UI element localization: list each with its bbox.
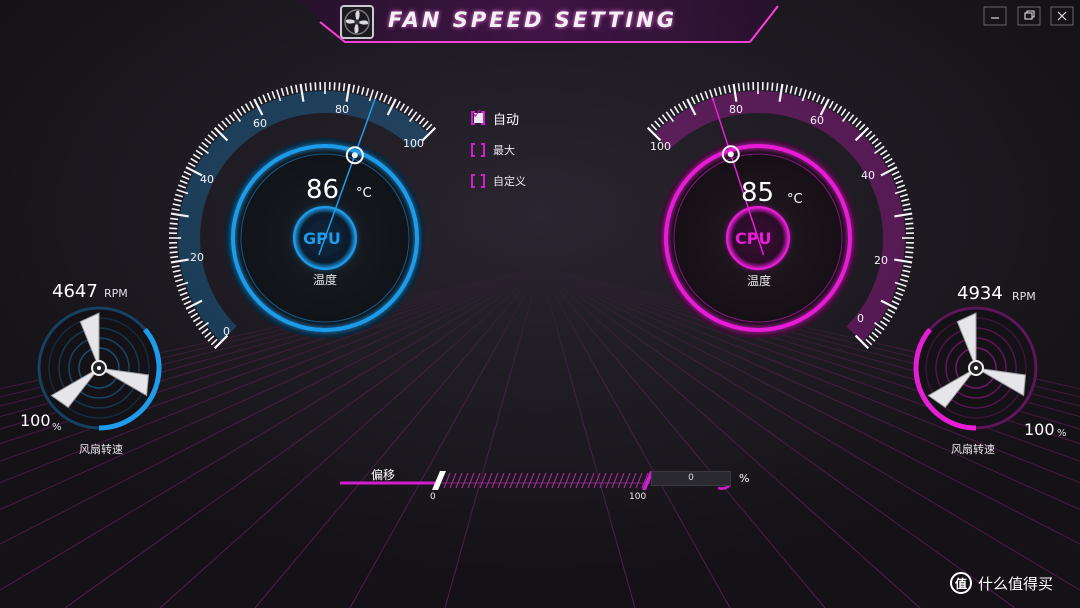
gpu-chip-label: GPU: [303, 229, 341, 248]
cpu-scale-label: 100: [650, 140, 671, 153]
gpu-scale-label: 20: [190, 251, 204, 264]
gpu-scale-label: 80: [335, 103, 349, 116]
offset-label: 偏移: [371, 468, 396, 482]
gpu-fan-rpm-value: 4647: [52, 281, 98, 302]
cpu-scale-label: 0: [857, 312, 864, 325]
gpu-fan-gauge: [37, 306, 162, 431]
cpu-scale-label: 40: [861, 169, 875, 182]
mode-option-max[interactable]: 最大: [471, 141, 515, 159]
offset-value-input[interactable]: 0: [651, 471, 731, 486]
mode-checkbox[interactable]: ✓: [471, 107, 485, 125]
cpu-fan-rpm-unit: RPM: [1012, 290, 1036, 303]
cpu-fan-percent-value: 100: [1024, 420, 1055, 439]
cpu-fan-rpm-value: 4934: [957, 283, 1003, 304]
gpu-temperature-value: 86: [306, 175, 340, 205]
mode-option-label: 最大: [493, 144, 515, 157]
mode-option-label: 自动: [493, 112, 520, 128]
cpu-fan-percent-unit: %: [1057, 428, 1067, 439]
cpu-scale-label: 20: [874, 254, 888, 267]
gpu-fan-rpm-unit: RPM: [104, 287, 128, 300]
watermark-logo-icon: 值: [950, 572, 972, 594]
gauges-canvas: [37, 82, 1038, 490]
cpu-scale-label: 60: [810, 114, 824, 127]
watermark: 值 什么值得买: [950, 572, 1053, 594]
gpu-temperature-gauge: [169, 82, 437, 350]
cpu-temperature-value: 85: [741, 178, 775, 208]
cpu-temperature-caption: 温度: [747, 274, 772, 288]
offset-min-label: 0: [430, 492, 436, 502]
gpu-fan-caption: 风扇转速: [79, 443, 123, 456]
gpu-fan-percent-unit: %: [52, 422, 62, 433]
mode-option-label: 自定义: [493, 175, 526, 188]
gpu-temperature-caption: 温度: [313, 273, 338, 287]
mode-checkbox[interactable]: [471, 143, 485, 157]
cpu-fan-caption: 风扇转速: [951, 443, 995, 456]
cpu-temperature-gauge: [646, 82, 914, 350]
gpu-temperature-unit: °C: [356, 186, 372, 201]
gpu-scale-label: 0: [223, 325, 230, 338]
offset-max-label: 100: [629, 492, 647, 502]
mode-option-custom[interactable]: 自定义: [471, 172, 526, 190]
watermark-text: 什么值得买: [978, 574, 1054, 593]
mode-checkbox[interactable]: [471, 174, 485, 188]
gpu-fan-percent-value: 100: [20, 411, 51, 430]
cpu-temperature-unit: °C: [787, 192, 803, 207]
gpu-scale-label: 100: [403, 137, 424, 150]
mode-option-auto[interactable]: ✓ 自动: [471, 107, 520, 128]
cpu-scale-label: 80: [729, 103, 743, 116]
gpu-scale-label: 40: [200, 173, 214, 186]
gpu-scale-label: 60: [253, 117, 267, 130]
offset-unit: %: [739, 472, 750, 485]
cpu-chip-label: CPU: [735, 229, 772, 248]
cpu-fan-gauge: [913, 306, 1038, 431]
